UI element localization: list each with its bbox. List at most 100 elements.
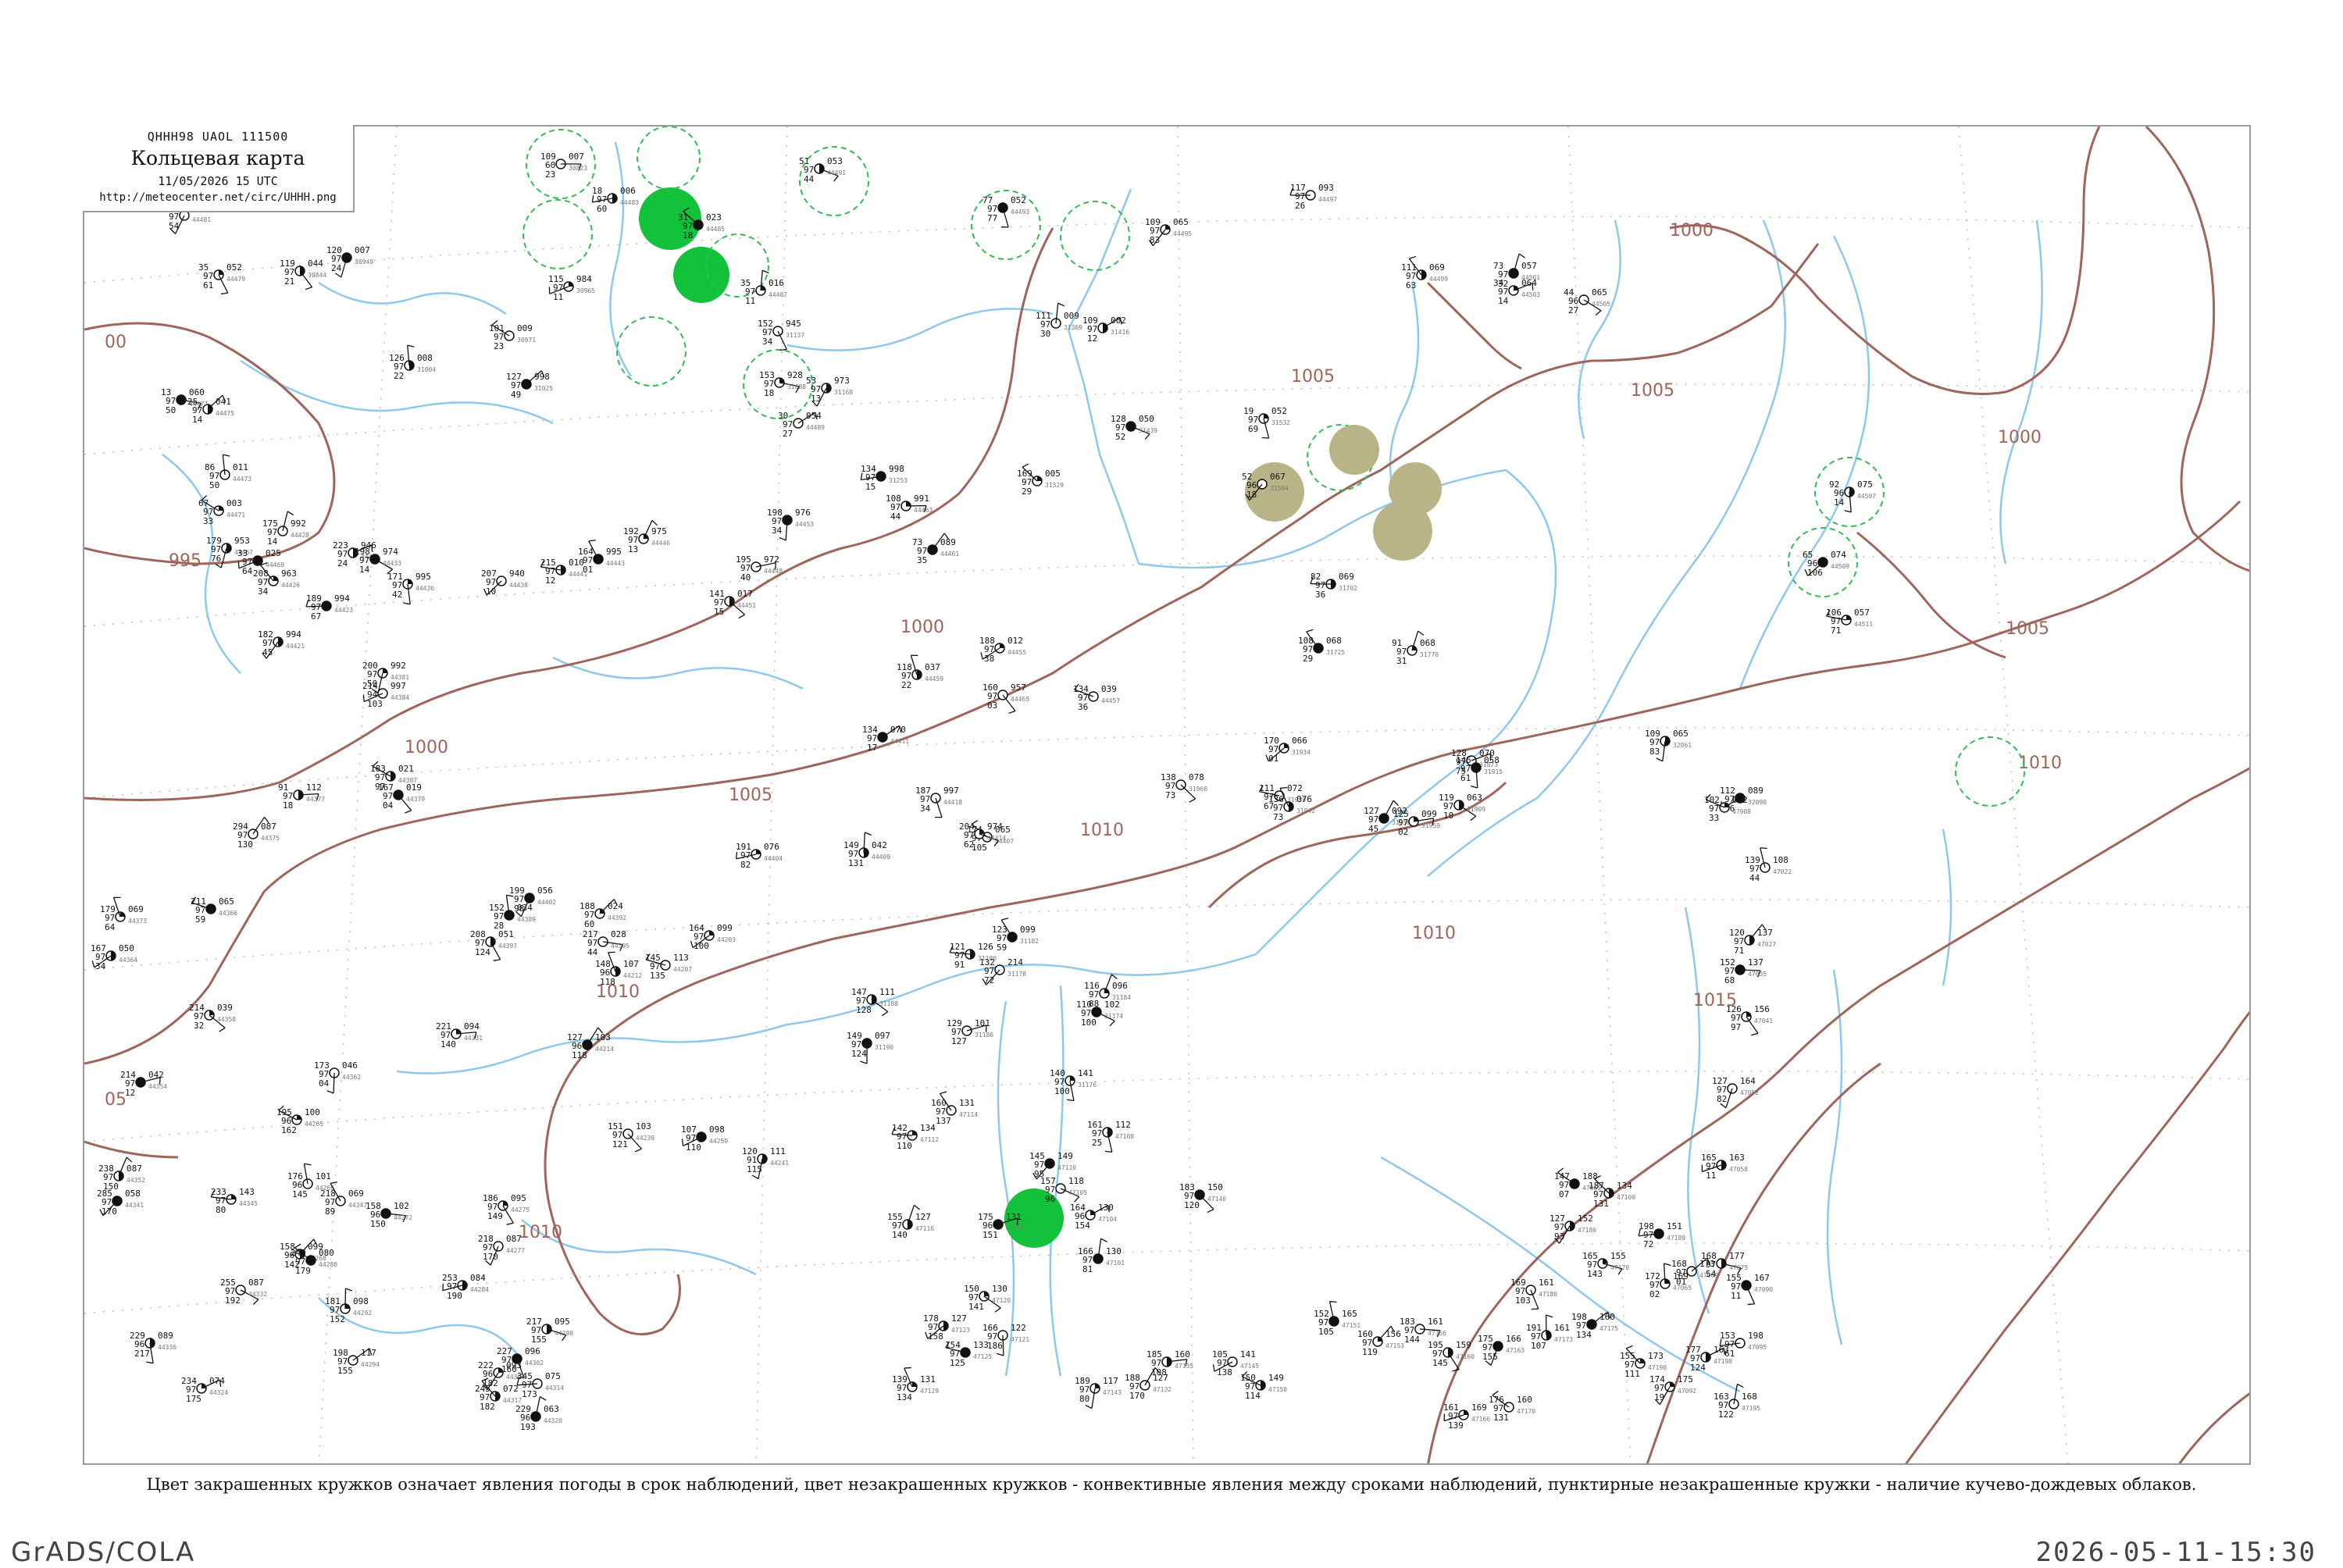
- station-index: 31770: [1420, 651, 1439, 658]
- cb-circle: [1061, 201, 1129, 270]
- station-dewpoint: 13: [811, 394, 821, 404]
- station-dewpoint: 93: [1554, 1231, 1564, 1242]
- station-index: 31416: [1111, 329, 1129, 336]
- station-dewpoint: 114: [1245, 1391, 1261, 1401]
- station-index: 47112: [920, 1136, 939, 1143]
- cloud-cover-icon: [383, 668, 387, 673]
- cloud-cover-icon: [984, 1292, 989, 1296]
- station-index: 47027: [1757, 941, 1776, 948]
- station-dewpoint: 34: [258, 586, 269, 597]
- wind-feather-icon: [1519, 254, 1525, 258]
- synoptic-map: 1000 1000 1000 1000 1005 1005 1005 1005 …: [83, 125, 2251, 1465]
- station-plot: 139108974447022: [1745, 848, 1792, 883]
- station-index: 47189: [1667, 1235, 1685, 1242]
- wind-feather-icon: [335, 273, 341, 277]
- station-index: 47090: [1754, 1286, 1773, 1293]
- station-index: 44375: [261, 835, 280, 842]
- station-pressure: 089: [158, 1331, 173, 1341]
- station-index: 30844: [308, 272, 326, 279]
- station-pressure: 093: [506, 1360, 522, 1370]
- wind-feather-icon: [1393, 800, 1398, 806]
- station-pressure: 995: [415, 572, 431, 582]
- station-index: 47117: [1006, 1225, 1025, 1232]
- station-pressure: 940: [509, 568, 525, 579]
- station-index: 44423: [334, 607, 353, 614]
- station-index: 31532: [1271, 419, 1290, 426]
- station-plot: 91068973131770: [1392, 631, 1439, 666]
- station-pressure: 107: [623, 959, 639, 969]
- station-plot: 134039973644457: [1073, 684, 1120, 712]
- cb-circle: [523, 200, 592, 269]
- station-dewpoint: 110: [686, 1142, 701, 1153]
- station-index: 47035: [1748, 971, 1767, 978]
- station-index: 44426: [281, 582, 300, 589]
- station-index: 44347: [348, 1202, 367, 1209]
- wind-feather-icon: [1058, 303, 1065, 306]
- cloud-cover-icon: [219, 506, 223, 511]
- station-pressure: 127: [915, 1212, 931, 1222]
- station-dewpoint: 18: [1246, 490, 1257, 500]
- cloud-cover-icon: [569, 282, 573, 287]
- station-pressure: 166: [1506, 1334, 1521, 1344]
- station-index: 44366: [219, 910, 237, 917]
- station-index: 44461: [940, 551, 959, 558]
- station-dewpoint: 100: [1054, 1086, 1070, 1096]
- station-index: 30971: [517, 337, 536, 344]
- station-dewpoint: 138: [1217, 1367, 1232, 1377]
- station-pressure: 076: [764, 842, 779, 852]
- station-index: 44314: [545, 1384, 564, 1392]
- station-index: 31253: [889, 477, 908, 484]
- station-index: 44288: [319, 1261, 337, 1268]
- station-dewpoint: 12: [545, 576, 555, 586]
- station-pressure: 991: [914, 494, 929, 504]
- station-dewpoint: 76: [211, 554, 221, 564]
- wind-feather-icon: [1418, 631, 1424, 635]
- station-dewpoint: 98: [514, 903, 524, 914]
- station-pressure: 092: [1732, 795, 1748, 805]
- station-index: 44302: [525, 1360, 544, 1367]
- station-plot: 2850589717044341: [97, 1188, 144, 1217]
- station-pressure: 973: [834, 376, 850, 386]
- station-pressure: 087: [506, 1234, 522, 1244]
- station-index: 31176: [1078, 1082, 1097, 1089]
- wind-feather-icon: [1626, 1345, 1632, 1349]
- station-pressure: 028: [611, 929, 626, 939]
- station-plot: 174175971947092: [1649, 1374, 1696, 1405]
- cloud-cover-icon: [297, 1115, 301, 1120]
- station-plot: 1981609713447175: [1571, 1312, 1618, 1340]
- station-index: 44404: [764, 855, 783, 862]
- station-dewpoint: 81: [1082, 1264, 1093, 1274]
- station-index: 31168: [834, 389, 853, 396]
- wind-feather-icon: [997, 1353, 1004, 1356]
- station-dewpoint: 30: [1040, 329, 1050, 339]
- station-index: 44463: [914, 507, 933, 514]
- wind-feather-icon: [1751, 1033, 1758, 1035]
- station-dewpoint: 170: [483, 1252, 498, 1262]
- station-dewpoint: 151: [982, 1230, 998, 1240]
- station-dewpoint: 23: [545, 169, 555, 180]
- station-plot: 1451139713544207: [645, 953, 692, 981]
- station-dewpoint: 107: [1531, 1341, 1546, 1351]
- station-dewpoint: 170: [102, 1206, 117, 1217]
- station-index: 31186: [975, 1032, 993, 1039]
- station-dewpoint: 82: [740, 860, 751, 870]
- station-plot: 145149979547110: [1029, 1151, 1076, 1179]
- station-plot: 188024976044392: [580, 900, 626, 929]
- station-plot: 1640999710044203: [689, 923, 736, 951]
- station-dewpoint: 11: [745, 296, 755, 306]
- station-pressure: 039: [217, 1003, 233, 1013]
- station-plot: 1271039611844214: [567, 1028, 614, 1060]
- station-index: 44428: [291, 532, 309, 539]
- station-plot: 188012973844455: [979, 636, 1026, 664]
- wind-feather-icon: [221, 293, 228, 294]
- wind-feather-icon: [1101, 1238, 1107, 1242]
- station-plot: 1070989711044259: [681, 1124, 728, 1153]
- station-dewpoint: 40: [740, 572, 751, 583]
- station-dewpoint: 108: [1151, 1367, 1167, 1377]
- station-index: 31182: [1020, 938, 1039, 945]
- station-plot: 189994976744423: [306, 593, 353, 622]
- station-plot: 2530849719044284: [442, 1273, 489, 1301]
- station-plot: 111009973031369: [1036, 303, 1082, 339]
- station-pressure: 113: [673, 953, 689, 963]
- station-pressure: 108: [1773, 855, 1788, 865]
